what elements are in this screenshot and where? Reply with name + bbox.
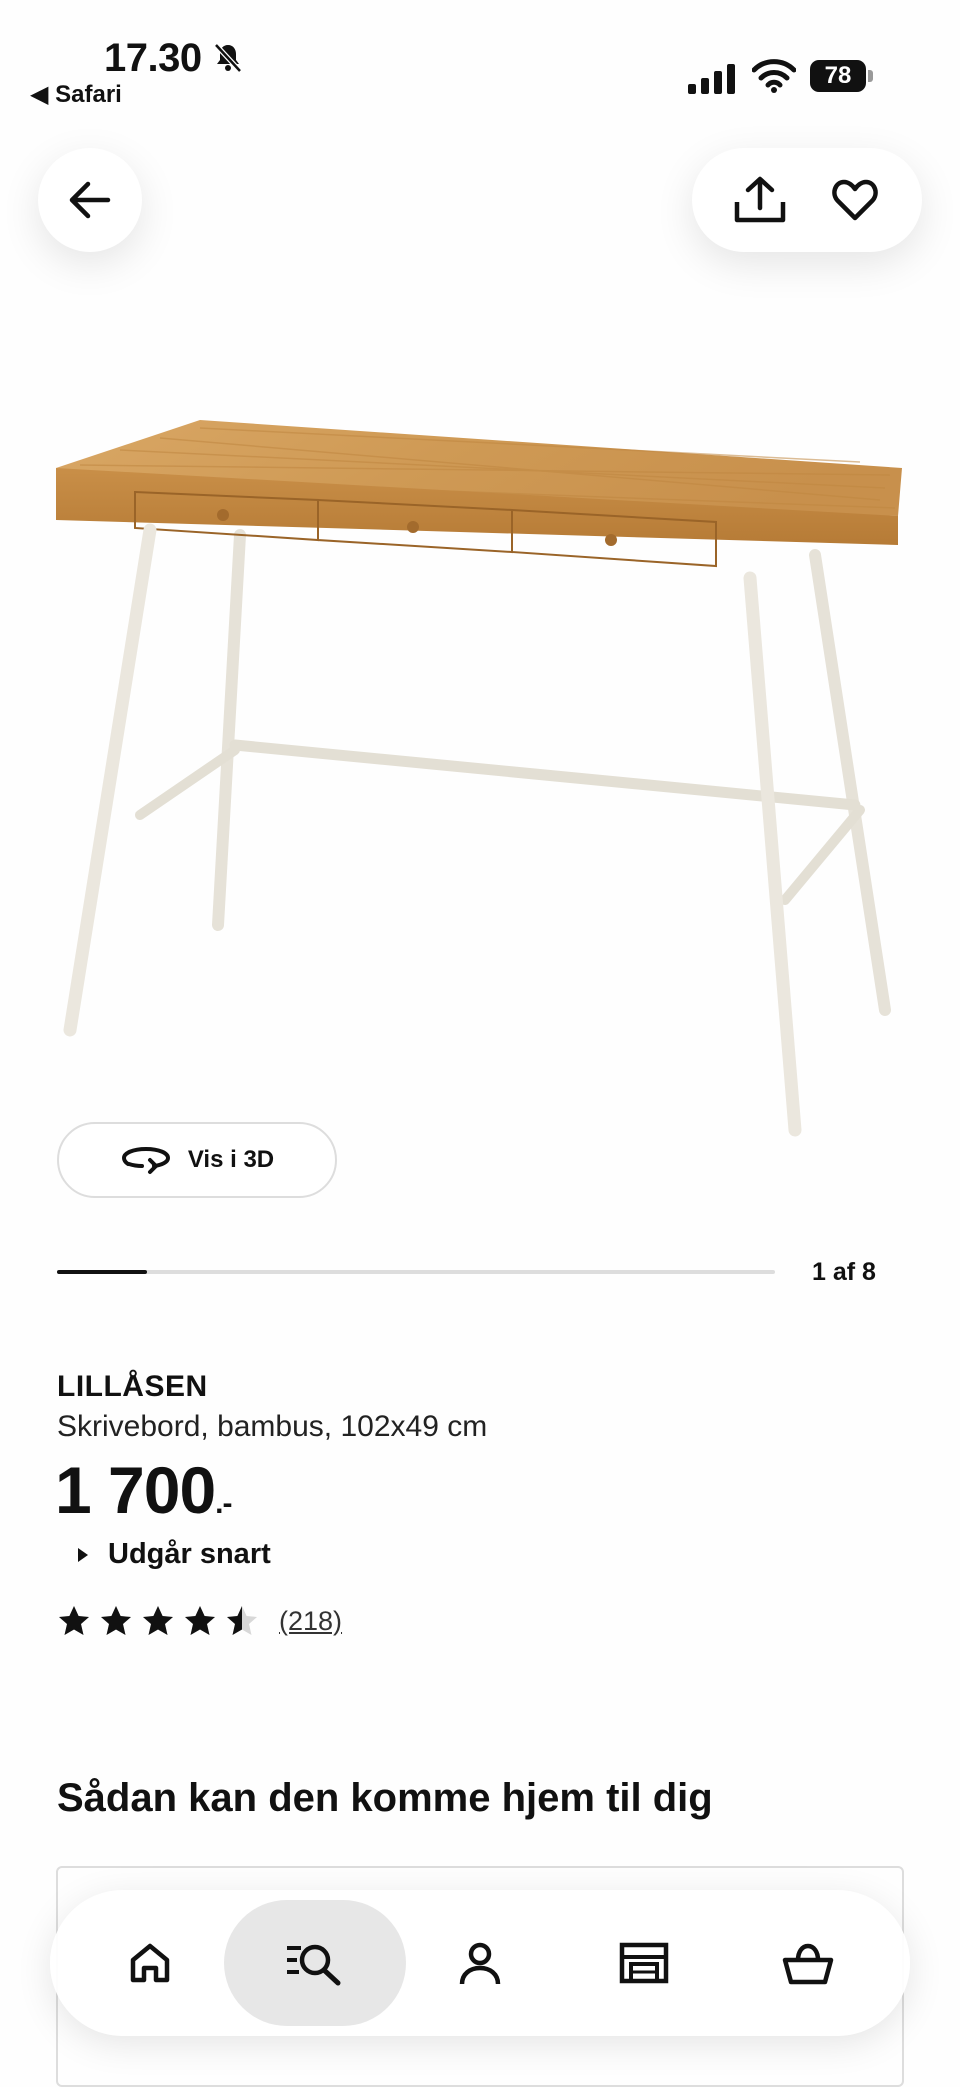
- star-icon: [227, 1606, 257, 1635]
- gallery-progress: [57, 1270, 775, 1274]
- rating-stars: [57, 1604, 259, 1638]
- rating-row[interactable]: (218): [57, 1604, 342, 1638]
- gallery-progress-fill: [57, 1270, 147, 1274]
- share-icon: [734, 176, 785, 223]
- nav-basket-button[interactable]: [758, 1913, 858, 2013]
- profile-icon: [459, 1942, 501, 1985]
- nav-search-button[interactable]: [264, 1913, 364, 2013]
- expand-triangle-icon: [78, 1547, 88, 1562]
- product-price: 1 700.-: [55, 1452, 233, 1528]
- product-image-desk[interactable]: [40, 380, 920, 1160]
- arrow-left-icon: [69, 181, 111, 219]
- review-count-link[interactable]: (218): [279, 1606, 342, 1637]
- star-icon: [101, 1606, 131, 1635]
- product-name: LILLÅSEN: [57, 1370, 208, 1403]
- battery-level: 78: [810, 60, 866, 92]
- actions-pill: [692, 148, 922, 252]
- product-description: Skrivebord, bambus, 102x49 cm: [57, 1410, 488, 1443]
- back-button[interactable]: [38, 148, 142, 252]
- nav-home-button[interactable]: [100, 1913, 200, 2013]
- availability-label: Udgår snart: [108, 1538, 271, 1570]
- nav-profile-button[interactable]: [430, 1913, 530, 2013]
- bottom-navigation: [50, 1890, 910, 2036]
- home-icon: [130, 1943, 170, 1983]
- basket-icon: [782, 1943, 834, 1985]
- star-icon: [59, 1606, 89, 1635]
- back-to-safari-link[interactable]: ◀ Safari: [30, 80, 122, 109]
- delivery-heading: Sådan kan den komme hjem til dig: [57, 1776, 713, 1820]
- gallery-page-count: 1 af 8: [812, 1258, 876, 1286]
- favorite-button[interactable]: [820, 165, 890, 235]
- price-suffix: .-: [215, 1487, 232, 1520]
- heart-icon: [831, 179, 878, 221]
- star-icon: [185, 1606, 215, 1635]
- view-in-3d-button[interactable]: Vis i 3D: [57, 1122, 337, 1198]
- star-icon: [143, 1606, 173, 1635]
- wifi-icon: [752, 59, 796, 93]
- battery-indicator: 78: [810, 60, 873, 92]
- search-icon: [287, 1944, 341, 1986]
- price-value: 1 700: [55, 1453, 216, 1527]
- view-in-3d-label: Vis i 3D: [187, 1146, 275, 1173]
- store-icon: [619, 1942, 669, 1984]
- status-time: 17.30: [104, 36, 202, 80]
- nav-store-button[interactable]: [594, 1913, 694, 2013]
- silent-bell-icon: [214, 43, 242, 73]
- cellular-signal-icon: [688, 64, 735, 94]
- share-button[interactable]: [725, 165, 795, 235]
- availability-toggle[interactable]: Udgår snart: [78, 1538, 271, 1571]
- rotate-icon: [121, 1146, 170, 1174]
